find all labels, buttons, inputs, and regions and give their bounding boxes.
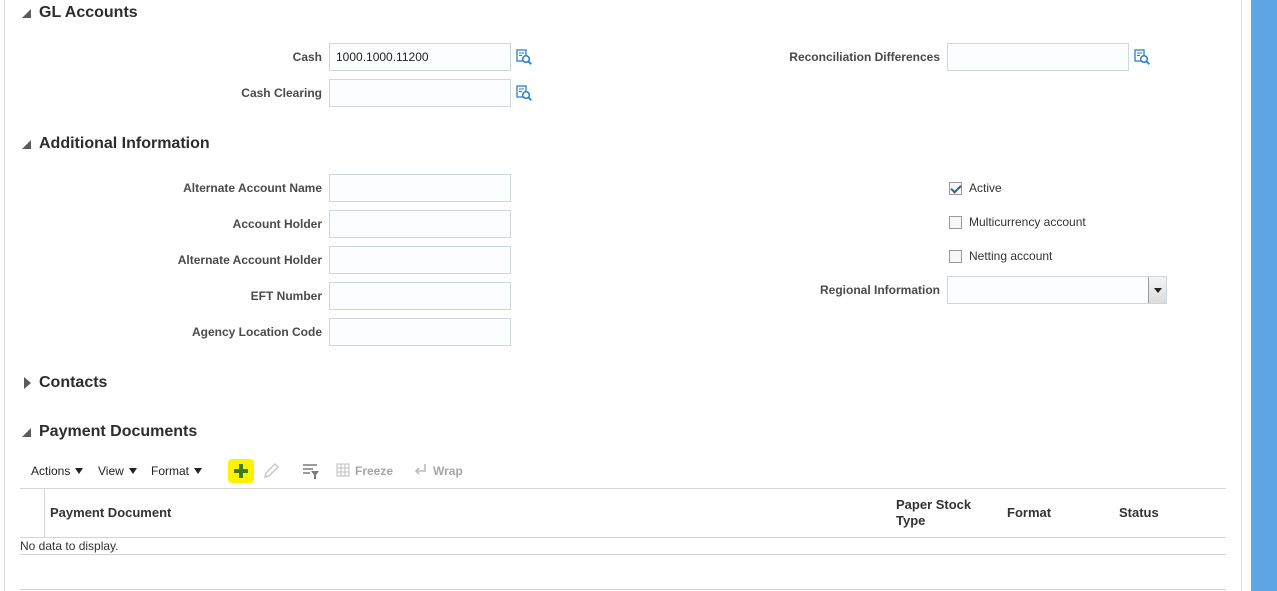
cash-clearing-lookup-icon[interactable] <box>516 85 532 101</box>
active-label: Active <box>969 181 1002 195</box>
wrap-button[interactable]: Wrap <box>413 462 463 480</box>
eft-number-label: EFT Number <box>250 289 322 303</box>
caret-down-icon <box>194 468 203 474</box>
netting-checkbox-row: Netting account <box>949 248 1052 264</box>
freeze-icon <box>336 463 350 480</box>
section-title: Contacts <box>39 374 108 391</box>
agency-location-code-label: Agency Location Code <box>191 325 322 339</box>
alternate-account-name-input[interactable] <box>329 174 511 202</box>
table-header-border <box>20 537 1226 538</box>
edit-icon[interactable] <box>262 462 280 485</box>
alternate-account-holder-label: Alternate Account Holder <box>177 253 322 267</box>
collapsed-triangle-icon <box>20 376 34 390</box>
table-top-border <box>20 488 1226 489</box>
caret-down-icon <box>128 468 137 474</box>
cash-clearing-input[interactable] <box>329 79 511 107</box>
contacts-header[interactable]: Contacts <box>20 372 107 394</box>
expanded-triangle-icon <box>20 425 34 439</box>
caret-down-icon <box>75 468 84 474</box>
left-border <box>4 0 5 591</box>
column-header-payment-document[interactable]: Payment Document <box>50 505 171 521</box>
freeze-button[interactable]: Freeze <box>336 462 393 480</box>
regional-information-select[interactable] <box>947 276 1167 304</box>
actions-label: Actions <box>31 464 71 478</box>
table-column-divider <box>44 489 45 537</box>
gl-accounts-header[interactable]: GL Accounts <box>20 2 138 24</box>
freeze-label: Freeze <box>355 464 394 478</box>
table-bottom-border <box>20 589 1226 590</box>
cash-input[interactable]: 1000.1000.11200 <box>329 43 511 71</box>
reconciliation-lookup-icon[interactable] <box>1134 49 1150 65</box>
wrap-icon <box>413 463 427 480</box>
scrollbar-strip[interactable] <box>1251 0 1277 591</box>
section-title: Additional Information <box>39 135 210 152</box>
format-label: Format <box>151 464 190 478</box>
eft-number-input[interactable] <box>329 282 511 310</box>
alternate-account-holder-input[interactable] <box>329 246 511 274</box>
section-title: GL Accounts <box>39 4 138 21</box>
multicurrency-checkbox-row: Multicurrency account <box>949 214 1086 230</box>
agency-location-code-input[interactable] <box>329 318 511 346</box>
view-menu[interactable]: View <box>98 462 137 480</box>
actions-menu[interactable]: Actions <box>31 462 84 480</box>
column-header-paper-stock-type[interactable]: Paper Stock Type <box>896 497 996 529</box>
wrap-label: Wrap <box>433 464 463 478</box>
regional-information-label: Regional Information <box>820 283 940 297</box>
chevron-down-icon[interactable] <box>1148 277 1166 303</box>
table-row-border <box>20 554 1226 555</box>
active-checkbox[interactable] <box>949 181 962 195</box>
format-menu[interactable]: Format <box>151 462 203 480</box>
cash-lookup-icon[interactable] <box>516 49 532 65</box>
account-holder-input[interactable] <box>329 210 511 238</box>
cash-clearing-label: Cash Clearing <box>241 86 322 100</box>
payment-documents-header[interactable]: Payment Documents <box>20 421 197 443</box>
additional-information-header[interactable]: Additional Information <box>20 133 210 155</box>
netting-checkbox[interactable] <box>949 249 962 263</box>
reconciliation-differences-input[interactable] <box>947 43 1129 71</box>
column-header-format[interactable]: Format <box>1007 505 1051 521</box>
multicurrency-label: Multicurrency account <box>969 215 1086 229</box>
netting-label: Netting account <box>969 249 1053 263</box>
account-holder-label: Account Holder <box>232 217 322 231</box>
alternate-account-name-label: Alternate Account Name <box>183 181 322 195</box>
view-label: View <box>98 464 124 478</box>
expanded-triangle-icon <box>20 6 34 20</box>
no-data-message: No data to display. <box>20 539 119 553</box>
multicurrency-checkbox[interactable] <box>949 215 962 229</box>
reconciliation-differences-label: Reconciliation Differences <box>789 50 940 64</box>
cash-label: Cash <box>292 50 322 64</box>
column-header-status[interactable]: Status <box>1119 505 1159 521</box>
add-icon[interactable] <box>228 459 254 483</box>
expanded-triangle-icon <box>20 137 34 151</box>
right-border <box>1241 0 1242 591</box>
active-checkbox-row: Active <box>949 180 1002 196</box>
query-by-example-icon[interactable] <box>302 462 320 485</box>
section-title: Payment Documents <box>39 423 198 440</box>
